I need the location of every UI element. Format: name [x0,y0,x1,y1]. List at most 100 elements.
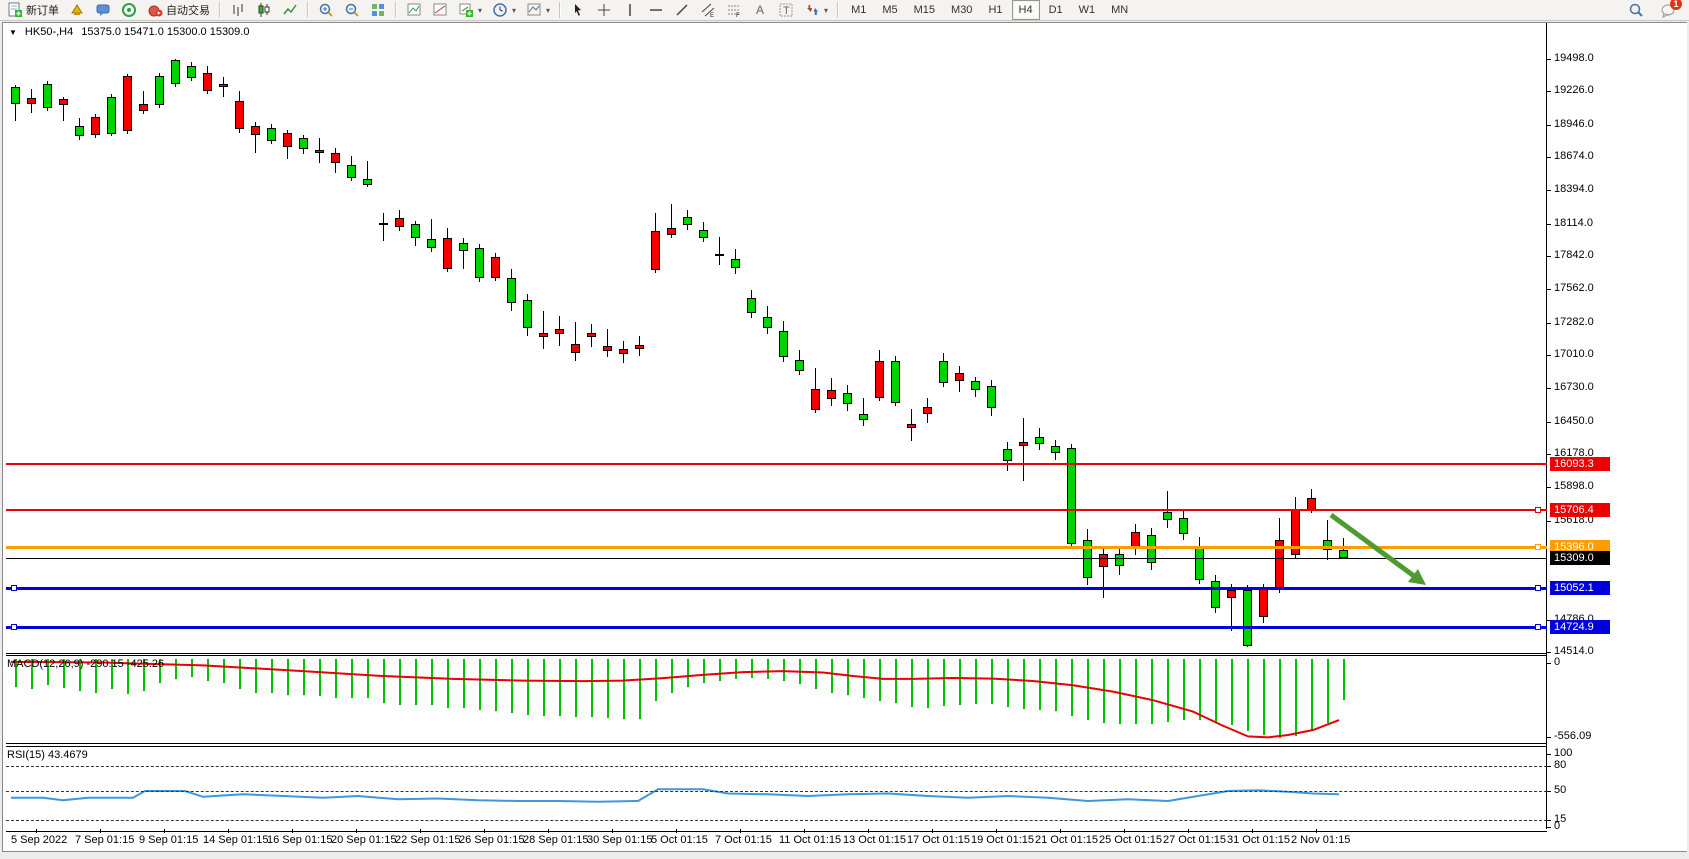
axis-tick [1547,487,1551,488]
toolbar-separator [219,2,221,18]
axis-tick [1547,323,1551,324]
timeframe-button-h4[interactable]: H4 [1011,0,1040,20]
search-button[interactable] [1623,0,1649,21]
timeframe-button-m15[interactable]: M15 [907,0,942,20]
messenger-button[interactable] [90,0,116,21]
axis-tick [1547,388,1551,389]
axis-tick [1547,422,1551,423]
tile-windows-icon [370,2,386,18]
chevron-down-icon[interactable]: ▼ [9,28,17,37]
signals-button[interactable] [116,0,142,21]
toolbar-group [225,0,303,21]
cursor-icon [570,2,586,18]
price-axis-label: 15898.0 [1554,480,1594,492]
timeframe-button-mn[interactable]: MN [1104,0,1135,20]
chat-button[interactable]: 1 [1655,0,1682,21]
templates-button[interactable]: ▾ [521,0,555,21]
timeframe-button-m5[interactable]: M5 [875,0,904,20]
price-axis-label: 16450.0 [1554,415,1594,427]
arrows-icon [804,2,820,18]
rsi-axis-label: 100 [1554,747,1573,759]
price-tag: 15706.4 [1550,503,1610,517]
candlestick-chart-icon [256,2,272,18]
toolbar-separator [395,2,397,18]
price-tag: 16093.3 [1550,457,1610,471]
timeframe-button-m30[interactable]: M30 [944,0,979,20]
toolbar-group: 新订单 自动交易 [2,0,215,21]
mt4-terminal: 新订单 自动交易 ▾ ▾ ▾ E F A T ▾ M1 M5 M15 M30 H1 H4 D1 W1 MN 1 ▼ H… [0,0,1689,859]
dropdown-caret-icon: ▾ [824,5,829,15]
equidistant-channel-button[interactable]: E [695,0,721,21]
rsi-axis-label: 80 [1554,759,1567,771]
new-order-icon [7,2,23,18]
zoom-in-icon [318,2,334,18]
cursor-button[interactable] [565,0,591,21]
timeframe-button-h1[interactable]: H1 [981,0,1009,20]
axis-tick [1547,737,1551,738]
crosshair-button[interactable] [591,0,617,21]
trendline-button[interactable] [669,0,695,21]
axis-tick [1547,125,1551,126]
signals-icon [121,2,137,18]
new-chart-button[interactable]: ▾ [453,0,487,21]
axis-tick [1547,190,1551,191]
vertical-line-button[interactable] [617,0,643,21]
new-order-button[interactable]: 新订单 [2,0,64,21]
toolbar-separator [559,2,562,18]
line-chart-icon [282,2,298,18]
crosshair-icon [596,2,612,18]
horizontal-line-icon [648,2,664,18]
arrows-button[interactable]: ▾ [799,0,833,21]
price-tag: 15309.0 [1550,551,1610,565]
symbol-period-label: HK50-,H4 [24,26,74,38]
bar-chart-button[interactable] [225,0,251,21]
tile-windows-button[interactable] [365,0,391,21]
timeframe-button-d1[interactable]: D1 [1042,0,1070,20]
rsi-label: RSI(15) 43.4679 [7,749,88,761]
axis-tick [1547,224,1551,225]
vertical-line-icon [622,2,638,18]
axis-tick [1547,827,1551,828]
price-axis[interactable]: 19498.0 19226.0 18946.0 18674.0 18394.0 18114… [1546,23,1687,851]
axis-tick [1547,652,1551,653]
zoom-in-button[interactable] [313,0,339,21]
price-axis-label: 17010.0 [1554,348,1594,360]
trendline-icon [674,2,690,18]
toolbar-group [313,0,391,21]
notification-badge: 1 [1670,0,1682,10]
rsi-axis-label: 50 [1554,784,1567,796]
alarm-icon [69,2,85,18]
price-axis-label: 16730.0 [1554,381,1594,393]
indicators-button[interactable] [401,0,427,21]
price-axis-label: 17842.0 [1554,249,1594,261]
axis-tick [1547,256,1551,257]
price-tag: 14724.9 [1550,620,1610,634]
fibonacci-button[interactable]: F [721,0,747,21]
dropdown-caret-icon: ▾ [512,5,517,15]
price-axis-label: 18394.0 [1554,183,1594,195]
zoom-out-button[interactable] [339,0,365,21]
objects-window-icon [432,2,448,18]
candlestick-chart-button[interactable] [251,0,277,21]
text-icon: A [752,2,768,18]
horizontal-line-button[interactable] [643,0,669,21]
fibonacci-icon: F [726,2,742,19]
ohlc-values: 15375.0 15471.0 15300.0 15309.0 [81,26,250,38]
trend-arrow-object[interactable] [3,23,1544,851]
axis-tick [1547,59,1551,60]
axis-tick [1547,521,1551,522]
text-label-button[interactable]: T [773,0,799,21]
alarm-button[interactable] [64,0,90,21]
text-button[interactable]: A [747,0,773,21]
timeframe-button-w1[interactable]: W1 [1072,0,1103,20]
axis-tick [1547,791,1551,792]
equidistant-channel-icon: E [700,2,716,19]
timeframe-button-m1[interactable]: M1 [844,0,873,20]
periods-clock-button[interactable]: ▾ [487,0,521,21]
line-chart-button[interactable] [277,0,303,21]
price-axis-label: 19498.0 [1554,52,1594,64]
objects-window-button[interactable] [427,0,453,21]
autotrading-button[interactable]: 自动交易 [142,0,215,21]
chart-title: ▼ HK50-,H4 15375.0 15471.0 15300.0 15309… [9,26,249,38]
svg-text:F: F [736,13,740,19]
